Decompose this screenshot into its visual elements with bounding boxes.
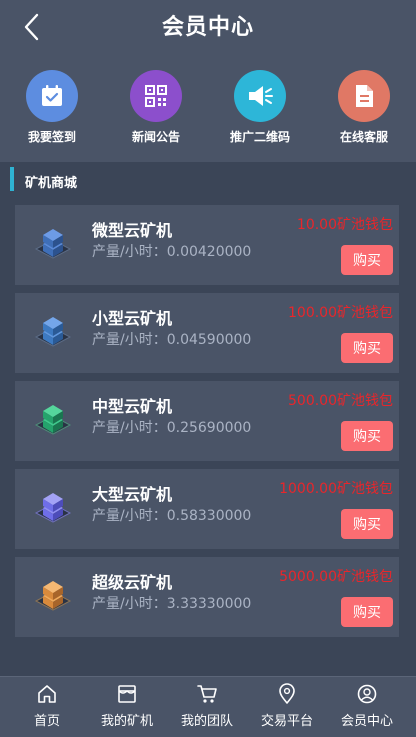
tab-my-team[interactable]: 我的团队 (166, 683, 248, 729)
miner-name: 微型云矿机 (92, 221, 173, 240)
quick-action-support[interactable]: 在线客服 (312, 70, 416, 145)
buy-button[interactable]: 购买 (341, 509, 393, 539)
miner-price: 10.00矿池钱包 (296, 217, 393, 233)
miner-name: 小型云矿机 (92, 309, 173, 328)
megaphone-icon (234, 70, 286, 122)
miner-rate: 产量/小时：3.33330000 (92, 596, 252, 612)
miner-card: 小型云矿机 产量/小时：0.04590000 100.00矿池钱包 购买 (15, 293, 399, 373)
buy-button[interactable]: 购买 (341, 245, 393, 275)
tab-label: 会员中心 (340, 714, 393, 729)
miner-card: 微型云矿机 产量/小时：0.00420000 10.00矿池钱包 购买 (15, 205, 399, 285)
server-stack-icon (34, 317, 72, 347)
quick-action-checkin[interactable]: 我要签到 (0, 70, 104, 145)
miner-rate: 产量/小时：0.58330000 (92, 508, 252, 524)
home-icon (38, 685, 56, 703)
quick-action-label: 在线客服 (339, 130, 388, 144)
miner-rate: 产量/小时：0.04590000 (92, 332, 252, 348)
tab-trading[interactable]: 交易平台 (246, 683, 328, 729)
quick-action-label: 推广二维码 (229, 130, 290, 144)
tab-label: 交易平台 (260, 714, 313, 729)
tab-home[interactable]: 首页 (6, 683, 88, 729)
miner-rate: 产量/小时：0.00420000 (92, 244, 252, 260)
miner-name: 中型云矿机 (92, 397, 173, 416)
miner-price: 5000.00矿池钱包 (279, 569, 393, 585)
tab-my-miners[interactable]: 我的矿机 (86, 683, 168, 729)
section-title: 矿机商城 (25, 176, 78, 191)
cart-icon (197, 685, 217, 703)
tab-label: 我的团队 (180, 714, 233, 729)
tab-label: 我的矿机 (100, 714, 153, 729)
bottom-tab-bar: 首页 我的矿机 我的团队 交易平台 会员中心 (0, 676, 416, 737)
buy-button[interactable]: 购买 (341, 421, 393, 451)
server-stack-icon (34, 405, 72, 435)
calendar-check-icon (26, 70, 78, 122)
server-stack-icon (34, 229, 72, 259)
document-icon (338, 70, 390, 122)
quick-action-news[interactable]: 新闻公告 (104, 70, 208, 145)
miner-price: 100.00矿池钱包 (288, 305, 393, 321)
buy-button[interactable]: 购买 (341, 597, 393, 627)
miner-card: 超级云矿机 产量/小时：3.33330000 5000.00矿池钱包 购买 (15, 557, 399, 637)
miner-card: 大型云矿机 产量/小时：0.58330000 1000.00矿池钱包 购买 (15, 469, 399, 549)
quick-action-label: 新闻公告 (131, 130, 180, 144)
location-pin-icon (279, 683, 295, 704)
tab-member-center[interactable]: 会员中心 (326, 683, 408, 729)
tab-label: 首页 (33, 714, 60, 729)
qr-code-icon (130, 70, 182, 122)
server-stack-icon (34, 581, 72, 611)
buy-button[interactable]: 购买 (341, 333, 393, 363)
miner-price: 500.00矿池钱包 (288, 393, 393, 409)
quick-action-label: 我要签到 (27, 130, 76, 144)
miner-rate: 产量/小时：0.25690000 (92, 420, 252, 436)
miner-price: 1000.00矿池钱包 (279, 481, 393, 497)
miner-name: 超级云矿机 (92, 573, 173, 592)
store-icon (118, 685, 136, 703)
user-icon (357, 684, 377, 704)
page-title: 会员中心 (161, 15, 254, 40)
quick-action-promo-qr[interactable]: 推广二维码 (208, 70, 312, 145)
header: 会员中心 我要签到 新闻公告 推广二维码 在线客服 (0, 0, 416, 162)
server-stack-icon (34, 493, 72, 523)
section-accent-bar (10, 167, 14, 191)
miner-card: 中型云矿机 产量/小时：0.25690000 500.00矿池钱包 购买 (15, 381, 399, 461)
miner-name: 大型云矿机 (92, 485, 173, 504)
